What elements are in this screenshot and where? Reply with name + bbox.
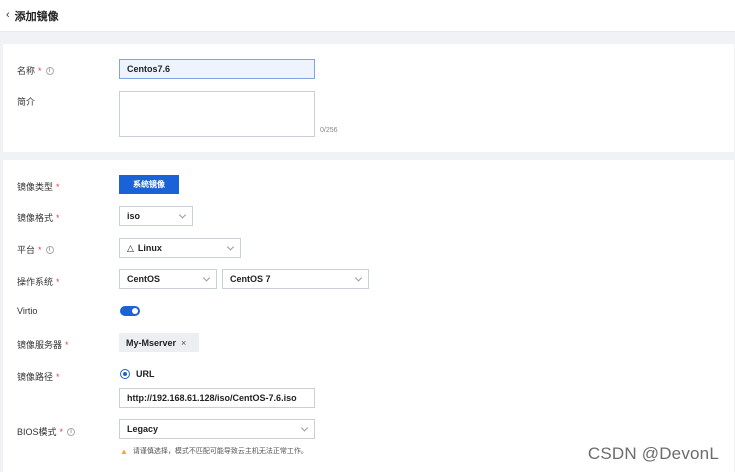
bios-label-row: BIOS模式 * i — [17, 425, 76, 438]
required-mark: * — [56, 276, 60, 287]
chevron-down-icon — [178, 211, 187, 219]
bios-select[interactable]: Legacy — [119, 419, 315, 439]
config-card: 镜像类型 * 系统镜像 镜像格式 * iso 平台 * i △ Linux 操作… — [3, 160, 734, 472]
chevron-down-icon — [202, 274, 211, 282]
format-label: 镜像格式 — [17, 213, 54, 223]
image-type-label-row: 镜像类型 * — [17, 180, 60, 193]
virtio-toggle[interactable] — [120, 306, 140, 316]
bios-value: Legacy — [127, 424, 159, 434]
radio-button[interactable] — [120, 369, 130, 379]
image-type-label: 镜像类型 — [17, 182, 54, 192]
info-icon[interactable]: i — [67, 427, 76, 436]
url-radio-label: URL — [136, 369, 155, 379]
virtio-label-row: Virtio — [17, 306, 37, 316]
toggle-knob — [132, 308, 138, 314]
watermark: CSDN @DevonL — [587, 444, 719, 463]
required-mark: * — [38, 65, 42, 76]
page-title: 添加镜像 — [14, 10, 59, 23]
chevron-down-icon — [354, 274, 363, 282]
required-mark: * — [56, 212, 60, 223]
info-icon[interactable]: i — [45, 66, 54, 75]
close-icon[interactable]: × — [181, 338, 186, 348]
linux-icon: △ — [127, 242, 134, 253]
server-tag-label: My-Mserver — [126, 337, 177, 348]
radio-dot — [123, 372, 127, 376]
desc-label-row: 简介 — [17, 95, 35, 108]
os-label: 操作系统 — [17, 277, 54, 287]
url-radio-option[interactable]: URL — [120, 369, 155, 379]
format-value: iso — [127, 211, 141, 221]
os-label-row: 操作系统 * — [17, 275, 60, 288]
os-version-select[interactable]: CentOS 7 — [222, 269, 369, 289]
name-label-row: 名称 * i — [17, 64, 54, 77]
path-label-row: 镜像路径 * — [17, 370, 60, 383]
required-mark: * — [65, 339, 69, 350]
basic-info-card: 名称 * i Centos7.6 简介 0/256 — [3, 44, 734, 152]
server-label: 镜像服务器 — [17, 340, 63, 350]
required-mark: * — [56, 371, 60, 382]
bios-label: BIOS模式 — [17, 427, 57, 437]
virtio-label: Virtio — [17, 306, 38, 316]
system-image-button[interactable]: 系统镜像 — [119, 175, 179, 194]
desc-label: 简介 — [17, 97, 36, 107]
server-tag: My-Mserver × — [119, 333, 199, 352]
bios-warning: ▲ 请谨慎选择，模式不匹配可能导致云主机无法正常工作。 — [120, 446, 308, 456]
chevron-left-icon[interactable]: ‹ — [6, 10, 10, 21]
name-input[interactable]: Centos7.6 — [119, 59, 315, 79]
platform-label-row: 平台 * i — [17, 243, 54, 256]
name-label: 名称 — [17, 66, 36, 76]
format-select[interactable]: iso — [119, 206, 193, 226]
platform-select[interactable]: △ Linux — [119, 238, 241, 258]
char-counter: 0/256 — [320, 127, 338, 134]
chevron-down-icon — [300, 424, 309, 432]
info-icon[interactable]: i — [45, 245, 54, 254]
server-label-row: 镜像服务器 * — [17, 338, 69, 351]
bios-warning-text: 请谨慎选择，模式不匹配可能导致云主机无法正常工作。 — [132, 448, 308, 455]
warning-icon: ▲ — [120, 446, 128, 456]
required-mark: * — [56, 181, 60, 192]
chevron-down-icon — [226, 243, 235, 251]
format-label-row: 镜像格式 * — [17, 211, 60, 224]
path-label: 镜像路径 — [17, 372, 54, 382]
os-family-select[interactable]: CentOS — [119, 269, 217, 289]
os-version-value: CentOS 7 — [230, 274, 271, 284]
os-family-value: CentOS — [127, 274, 161, 284]
image-path-input[interactable]: http://192.168.61.128/iso/CentOS-7.6.iso — [119, 388, 315, 408]
page-header: ‹ 添加镜像 — [0, 0, 735, 32]
description-textarea[interactable] — [119, 91, 315, 137]
platform-value: Linux — [137, 243, 162, 253]
required-mark: * — [38, 244, 42, 255]
required-mark: * — [59, 426, 64, 437]
platform-label: 平台 — [17, 245, 36, 255]
